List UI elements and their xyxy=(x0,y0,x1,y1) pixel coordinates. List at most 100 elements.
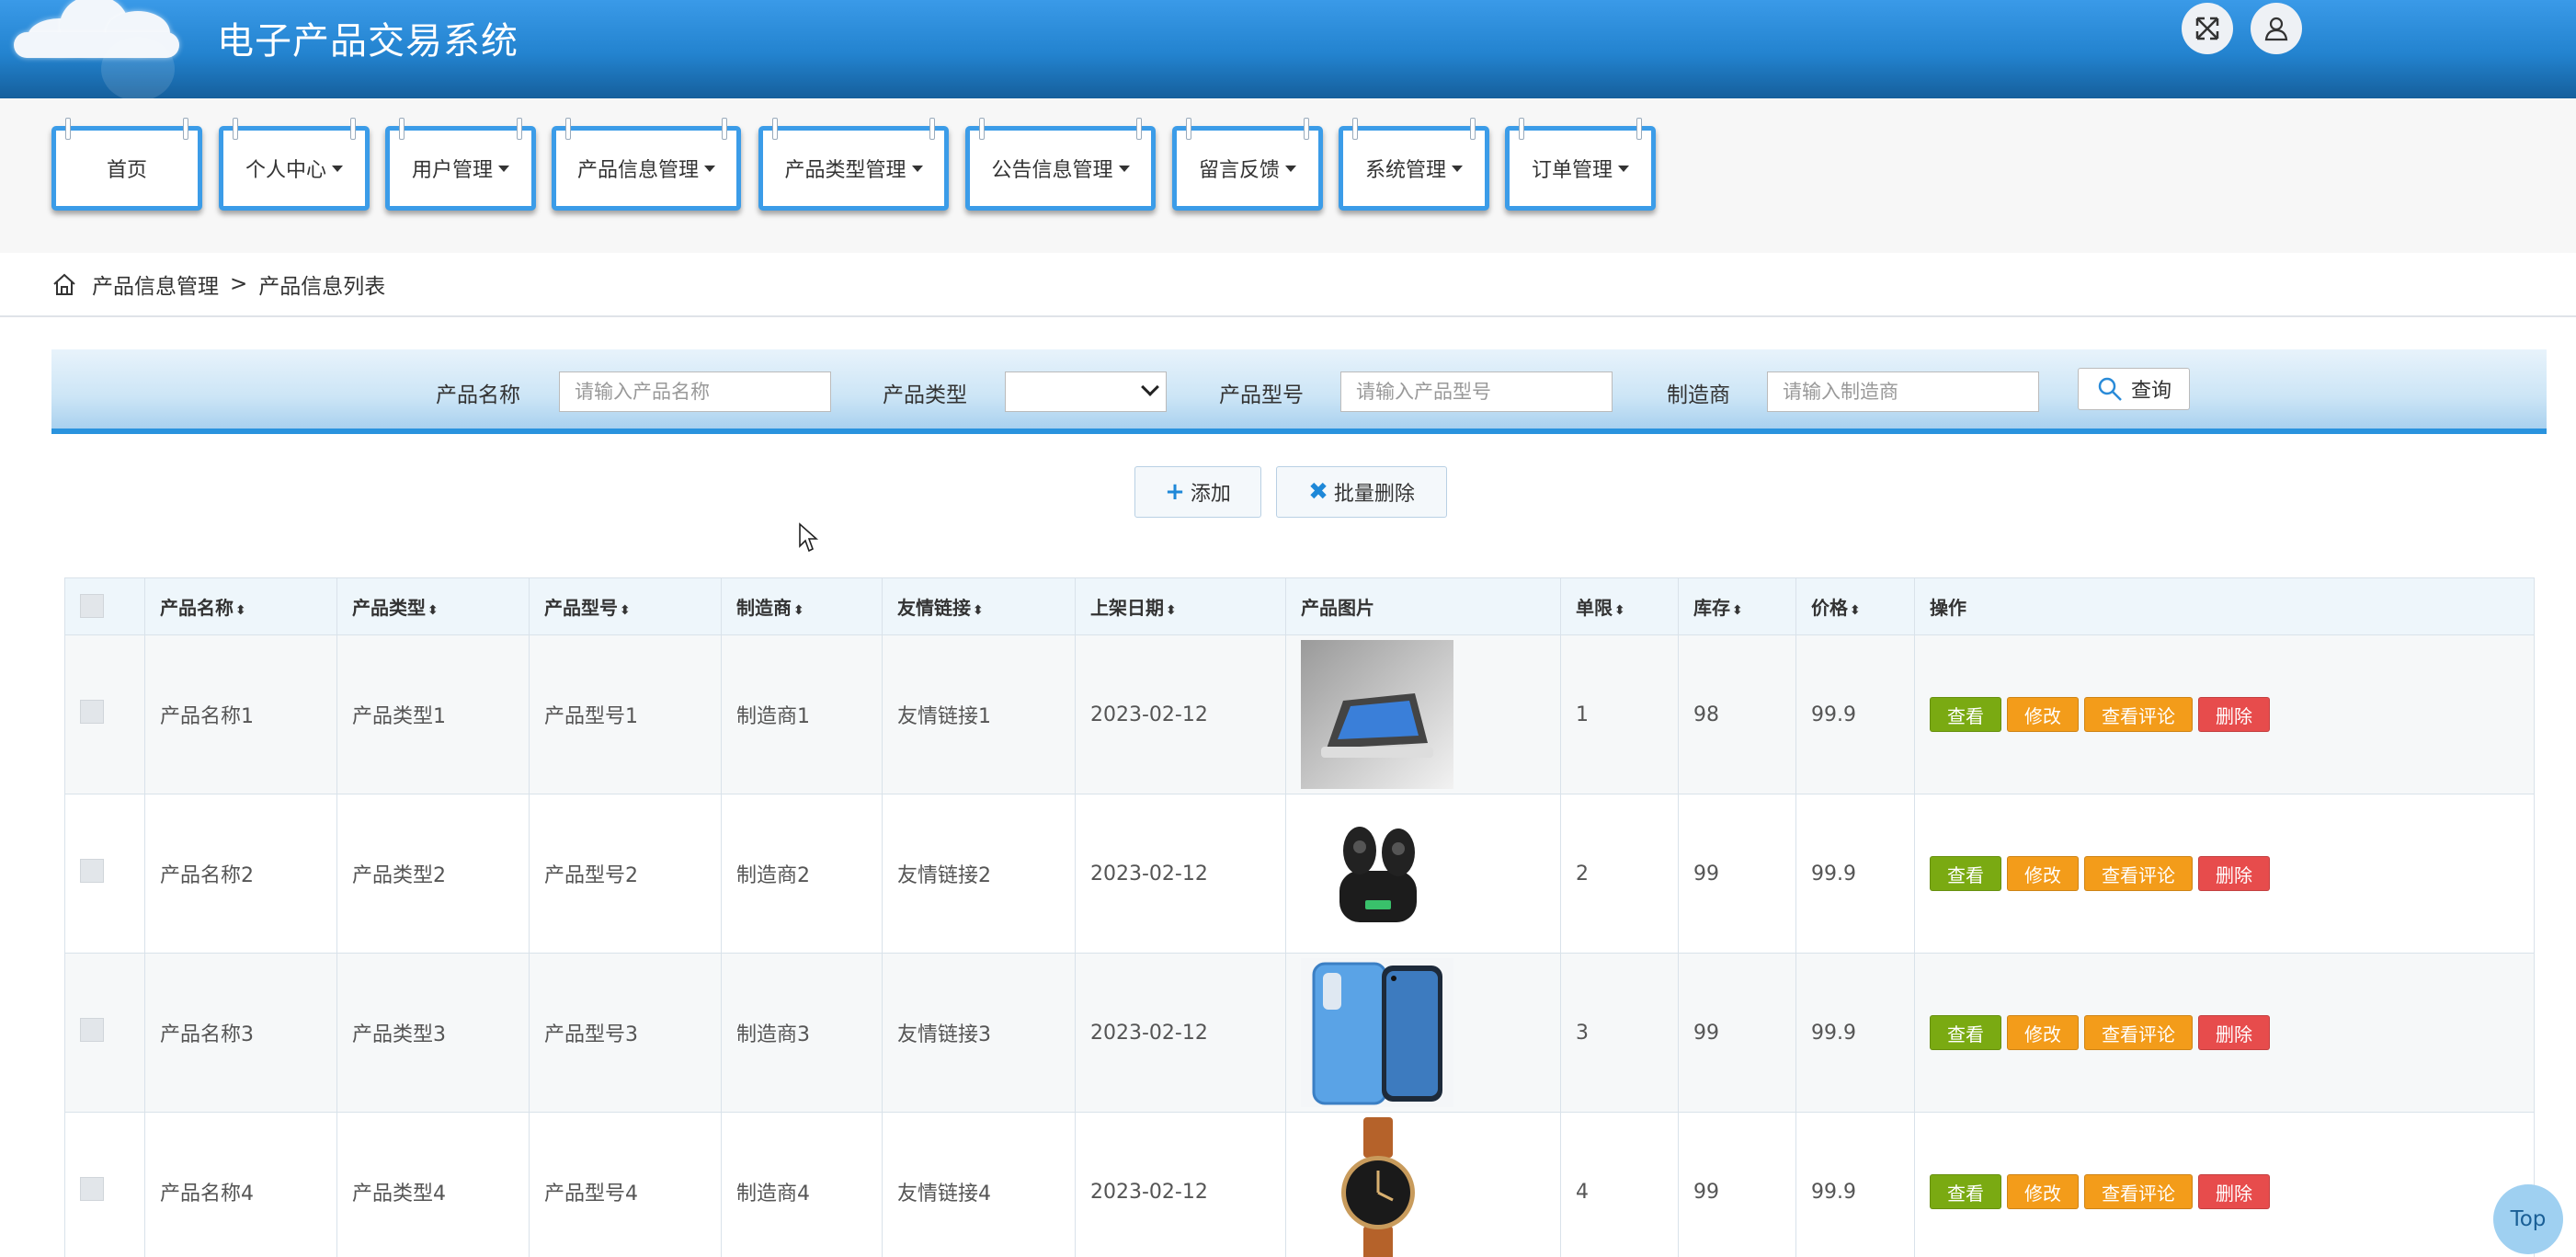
edit-button[interactable]: 修改 xyxy=(2007,1015,2079,1050)
cell-maker: 制造商3 xyxy=(721,953,883,1113)
cloud-shadow xyxy=(101,37,175,101)
edit-button[interactable]: 修改 xyxy=(2007,697,2079,732)
cell-limit: 2 xyxy=(1560,794,1679,954)
search-maker-input[interactable] xyxy=(1767,371,2039,412)
breadcrumb-separator: > xyxy=(230,272,248,296)
cell-date: 2023-02-12 xyxy=(1075,1112,1286,1257)
delete-button[interactable]: 删除 xyxy=(2198,1174,2270,1209)
user-profile-button[interactable] xyxy=(2251,3,2302,54)
search-name-input[interactable] xyxy=(559,371,831,412)
col-header-limit[interactable]: 单限 ⬍ xyxy=(1560,577,1679,635)
cell-type: 产品类型4 xyxy=(336,1112,530,1257)
cell-price: 99.9 xyxy=(1795,634,1915,794)
breadcrumb-current: 产品信息列表 xyxy=(258,275,386,299)
cell-stock: 99 xyxy=(1678,794,1796,954)
col-header-model[interactable]: 产品型号 ⬍ xyxy=(529,577,722,635)
search-icon xyxy=(2098,377,2122,401)
user-icon xyxy=(2264,17,2288,41)
cell-limit: 4 xyxy=(1560,1112,1679,1257)
row-checkbox[interactable] xyxy=(80,859,104,883)
cell-name: 产品名称3 xyxy=(144,953,337,1113)
row-checkbox[interactable] xyxy=(80,1018,104,1042)
row-checkbox[interactable] xyxy=(80,1177,104,1201)
nav-item-product-type[interactable]: 产品类型管理 xyxy=(758,118,949,211)
cell-limit: 3 xyxy=(1560,953,1679,1113)
cell-model: 产品型号1 xyxy=(529,634,722,794)
batch-delete-button[interactable]: ✖ 批量删除 xyxy=(1276,466,1447,518)
col-header-image: 产品图片 xyxy=(1285,577,1561,635)
product-image-tablet xyxy=(1301,640,1453,789)
nav-item-announcements[interactable]: 公告信息管理 xyxy=(965,118,1156,211)
sort-icon: ⬍ xyxy=(793,603,804,618)
sort-icon: ⬍ xyxy=(235,603,246,618)
col-header-date[interactable]: 上架日期 ⬍ xyxy=(1075,577,1286,635)
view-comments-button[interactable]: 查看评论 xyxy=(2084,1174,2193,1209)
cell-model: 产品型号3 xyxy=(529,953,722,1113)
cell-maker: 制造商4 xyxy=(721,1112,883,1257)
back-to-top-button[interactable]: Top xyxy=(2493,1184,2563,1254)
search-maker-label: 制造商 xyxy=(1667,383,1730,407)
edit-button[interactable]: 修改 xyxy=(2007,1174,2079,1209)
add-button[interactable]: + 添加 xyxy=(1134,466,1261,518)
table-header-row: 产品名称 ⬍ 产品类型 ⬍ 产品型号 ⬍ 制造商 ⬍ 友情链接 ⬍ 上架日期 ⬍ 产品图片 … xyxy=(64,577,2535,635)
col-header-maker[interactable]: 制造商 ⬍ xyxy=(721,577,883,635)
cell-price: 99.9 xyxy=(1795,794,1915,954)
cell-name: 产品名称1 xyxy=(144,634,337,794)
search-button[interactable]: 查询 xyxy=(2078,368,2190,410)
cell-type: 产品类型2 xyxy=(336,794,530,954)
nav-item-personal-center[interactable]: 个人中心 xyxy=(219,118,370,211)
app-title: 电子产品交易系统 xyxy=(217,20,519,63)
product-image-phones xyxy=(1301,958,1453,1107)
nav-item-feedback[interactable]: 留言反馈 xyxy=(1172,118,1323,211)
col-header-link[interactable]: 友情链接 ⬍ xyxy=(882,577,1076,635)
search-model-input[interactable] xyxy=(1340,371,1613,412)
table-row: 产品名称3 产品类型3 产品型号3 制造商3 友情链接3 2023-02-12 xyxy=(64,953,2535,1113)
col-header-type[interactable]: 产品类型 ⬍ xyxy=(336,577,530,635)
view-button[interactable]: 查看 xyxy=(1930,1174,2001,1209)
product-image-watch xyxy=(1301,1117,1453,1257)
table-row: 产品名称2 产品类型2 产品型号2 制造商2 友情链接2 2023-02-12 xyxy=(64,794,2535,954)
nav-item-orders[interactable]: 订单管理 xyxy=(1505,118,1656,211)
nav-item-system[interactable]: 系统管理 xyxy=(1339,118,1489,211)
col-header-price[interactable]: 价格 ⬍ xyxy=(1795,577,1915,635)
view-button[interactable]: 查看 xyxy=(1930,1015,2001,1050)
caret-down-icon xyxy=(498,165,509,172)
view-comments-button[interactable]: 查看评论 xyxy=(2084,856,2193,891)
delete-button[interactable]: 删除 xyxy=(2198,856,2270,891)
cell-stock: 98 xyxy=(1678,634,1796,794)
cell-maker: 制造商2 xyxy=(721,794,883,954)
cell-link: 友情链接1 xyxy=(882,634,1076,794)
view-comments-button[interactable]: 查看评论 xyxy=(2084,1015,2193,1050)
fullscreen-button[interactable] xyxy=(2182,3,2233,54)
col-header-name[interactable]: 产品名称 ⬍ xyxy=(144,577,337,635)
cell-date: 2023-02-12 xyxy=(1075,634,1286,794)
view-comments-button[interactable]: 查看评论 xyxy=(2084,697,2193,732)
caret-down-icon xyxy=(911,165,923,172)
nav-item-home[interactable]: 首页 xyxy=(51,118,202,211)
delete-button[interactable]: 删除 xyxy=(2198,1015,2270,1050)
caret-down-icon xyxy=(1285,165,1296,172)
main-nav: 首页 个人中心 用户管理 产品信息管理 产品类型管理 公告信息管理 留言反馈 系… xyxy=(0,98,2576,253)
cell-link: 友情链接4 xyxy=(882,1112,1076,1257)
app-header: 电子产品交易系统 xyxy=(0,0,2576,101)
nav-item-user-management[interactable]: 用户管理 xyxy=(385,118,536,211)
search-name-label: 产品名称 xyxy=(436,383,520,407)
view-button[interactable]: 查看 xyxy=(1930,697,2001,732)
view-button[interactable]: 查看 xyxy=(1930,856,2001,891)
breadcrumb-parent[interactable]: 产品信息管理 xyxy=(92,269,219,300)
cell-date: 2023-02-12 xyxy=(1075,794,1286,954)
sort-icon: ⬍ xyxy=(1850,603,1861,618)
select-all-checkbox[interactable] xyxy=(80,594,104,618)
edit-button[interactable]: 修改 xyxy=(2007,856,2079,891)
caret-down-icon xyxy=(332,165,343,172)
col-header-stock[interactable]: 库存 ⬍ xyxy=(1678,577,1796,635)
row-checkbox[interactable] xyxy=(80,700,104,724)
caret-down-icon xyxy=(1118,165,1130,172)
nav-item-product-info[interactable]: 产品信息管理 xyxy=(552,118,741,211)
home-icon[interactable] xyxy=(51,271,77,297)
search-type-select[interactable] xyxy=(1005,371,1167,412)
mouse-cursor-icon xyxy=(799,522,819,553)
cell-maker: 制造商1 xyxy=(721,634,883,794)
delete-button[interactable]: 删除 xyxy=(2198,697,2270,732)
cell-date: 2023-02-12 xyxy=(1075,953,1286,1113)
